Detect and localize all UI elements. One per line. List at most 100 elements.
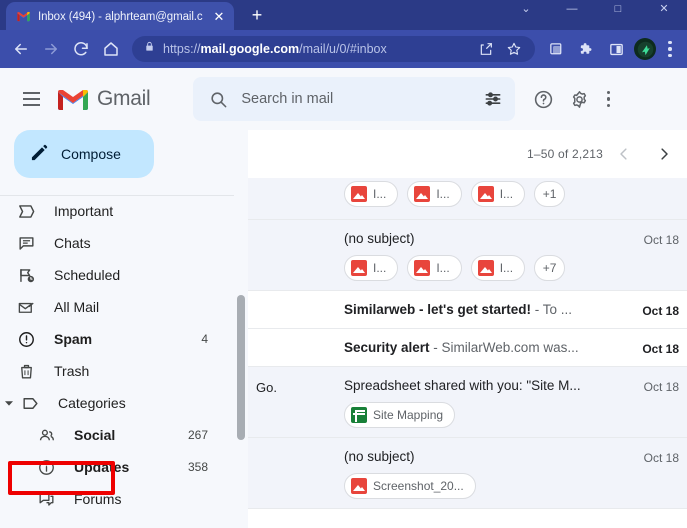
sidebar-item-trash[interactable]: Trash: [0, 355, 232, 387]
gmail-app: Gmail Search in mail Compose Important C…: [0, 68, 687, 528]
sidebar-item-categories[interactable]: Categories: [0, 387, 232, 419]
attachment-name: I...: [436, 187, 450, 201]
gear-icon[interactable]: [561, 81, 597, 117]
mail-rows: I... I... I... +1 (no subject) I... I...…: [248, 178, 687, 509]
image-file-icon: [351, 478, 367, 494]
profile-avatar-icon[interactable]: [634, 38, 656, 60]
caret-down-icon[interactable]: [0, 398, 18, 408]
table-row[interactable]: (no subject) I... I... I... +7 Oct 18: [248, 220, 687, 291]
reload-icon[interactable]: [66, 34, 96, 64]
help-icon[interactable]: [525, 81, 561, 117]
row-sender: [256, 329, 344, 342]
image-file-icon: [414, 260, 431, 276]
window-expand-button[interactable]: ⌄: [503, 0, 549, 15]
attachment-chip[interactable]: I...: [407, 255, 462, 281]
row-subject: Similarweb - let's get started! - To ...: [344, 302, 573, 317]
compose-button[interactable]: Compose: [14, 130, 154, 178]
sidebar-item-scheduled[interactable]: Scheduled: [0, 259, 232, 291]
address-bar[interactable]: https://mail.google.com/mail/u/0/#inbox: [132, 36, 535, 62]
sidebar-item-forums[interactable]: Forums: [0, 483, 232, 515]
sidebar-label: Scheduled: [54, 267, 121, 283]
table-row[interactable]: Go. Spreadsheet shared with you: "Site M…: [248, 367, 687, 438]
window-controls: ⌄ — □ ✕: [503, 0, 687, 15]
attachment-overflow-count: +7: [542, 261, 557, 275]
attachment-name: Screenshot_20...: [373, 479, 464, 493]
sidebar-label: Categories: [58, 395, 126, 411]
sidebar-item-all-mail[interactable]: All Mail: [0, 291, 232, 323]
tab-close-icon[interactable]: ✕: [212, 9, 226, 24]
attachment-name: I...: [436, 261, 450, 275]
row-subject: Security alert - SimilarWeb.com was...: [344, 340, 579, 355]
attachment-chip[interactable]: I...: [344, 255, 399, 281]
table-row[interactable]: (no subject) Screenshot_20... Oct 18: [248, 438, 687, 509]
address-bar-url: https://mail.google.com/mail/u/0/#inbox: [163, 42, 387, 56]
attachment-chip[interactable]: I...: [470, 255, 526, 281]
sidebar-item-spam[interactable]: Spam 4: [0, 323, 232, 355]
attachment-chip[interactable]: I...: [470, 181, 526, 207]
row-subject: (no subject): [344, 231, 415, 246]
gmail-logo-icon: [56, 86, 90, 112]
all-mail-icon: [14, 298, 38, 317]
pagination-next-icon[interactable]: [645, 135, 683, 173]
sidebar-label: Chats: [54, 235, 91, 251]
star-icon[interactable]: [501, 34, 527, 64]
attachment-chip[interactable]: Site Mapping: [344, 402, 456, 428]
attachment-chip[interactable]: Screenshot_20...: [344, 473, 476, 499]
table-row[interactable]: Similarweb - let's get started! - To ...…: [248, 291, 687, 329]
attachment-chip[interactable]: I...: [407, 181, 462, 207]
window-maximize-button[interactable]: □: [595, 0, 641, 15]
new-tab-button[interactable]: +: [244, 2, 270, 28]
share-icon[interactable]: [473, 34, 499, 64]
sidebar-count: 267: [187, 428, 208, 442]
pagination-prev-icon[interactable]: [605, 135, 643, 173]
image-file-icon: [351, 186, 367, 202]
attachment-chip[interactable]: I...: [344, 181, 399, 207]
search-icon: [207, 81, 229, 117]
row-sender: [256, 438, 344, 451]
search-input[interactable]: [241, 91, 470, 107]
mail-list: 1–50 of 2,213 I... I... I... +1 (no subj…: [248, 130, 687, 528]
gmail-favicon-icon: [16, 9, 31, 24]
attachment-overflow-chip[interactable]: +1: [534, 181, 566, 207]
attachment-chips: I... I... I...: [344, 181, 625, 207]
search-options-icon[interactable]: [481, 81, 505, 117]
window-close-button[interactable]: ✕: [641, 0, 687, 15]
screenshot-icon[interactable]: [541, 34, 571, 64]
extensions-puzzle-icon[interactable]: [571, 34, 601, 64]
browser-window: Inbox (494) - alphrteam@gmail.c ✕ + ⌄ — …: [0, 0, 687, 528]
hamburger-icon[interactable]: [12, 80, 50, 118]
window-minimize-button[interactable]: —: [549, 0, 595, 15]
gmail-body: Compose Important Chats Scheduled All Ma…: [0, 130, 687, 528]
header-action-icons: [525, 81, 619, 117]
attachment-name: Site Mapping: [373, 408, 444, 422]
google-apps-icon[interactable]: [597, 90, 619, 108]
home-icon[interactable]: [96, 34, 126, 64]
gmail-brand-text: Gmail: [97, 87, 151, 110]
sidebar-count: 358: [187, 460, 208, 474]
spam-alert-icon: [14, 330, 38, 349]
sidebar: Compose Important Chats Scheduled All Ma…: [0, 130, 248, 528]
search-bar[interactable]: [193, 77, 516, 121]
row-sender: [256, 291, 344, 304]
row-sender: [256, 178, 344, 191]
sidebar-item-social[interactable]: Social 267: [0, 419, 232, 451]
chrome-menu-icon[interactable]: [659, 40, 681, 58]
row-subject: Spreadsheet shared with you: "Site M...: [344, 378, 581, 393]
pagination-range: 1–50 of 2,213: [526, 147, 603, 161]
table-row[interactable]: Security alert - SimilarWeb.com was... O…: [248, 329, 687, 367]
browser-tab[interactable]: Inbox (494) - alphrteam@gmail.c ✕: [6, 2, 234, 31]
side-panel-icon[interactable]: [601, 34, 631, 64]
scheduled-send-icon: [14, 266, 38, 285]
back-icon[interactable]: [6, 34, 36, 64]
lock-icon: [144, 40, 155, 58]
table-row[interactable]: I... I... I... +1: [248, 178, 687, 220]
sidebar-item-chats[interactable]: Chats: [0, 227, 232, 259]
row-date: [625, 178, 687, 191]
sidebar-scrollbar[interactable]: [237, 295, 245, 440]
sidebar-item-updates[interactable]: Updates 358: [0, 451, 232, 483]
address-bar-actions: [473, 34, 527, 64]
attachment-overflow-chip[interactable]: +7: [534, 255, 566, 281]
social-people-icon: [34, 426, 58, 445]
sidebar-item-important[interactable]: Important: [0, 195, 232, 227]
forward-icon[interactable]: [36, 34, 66, 64]
